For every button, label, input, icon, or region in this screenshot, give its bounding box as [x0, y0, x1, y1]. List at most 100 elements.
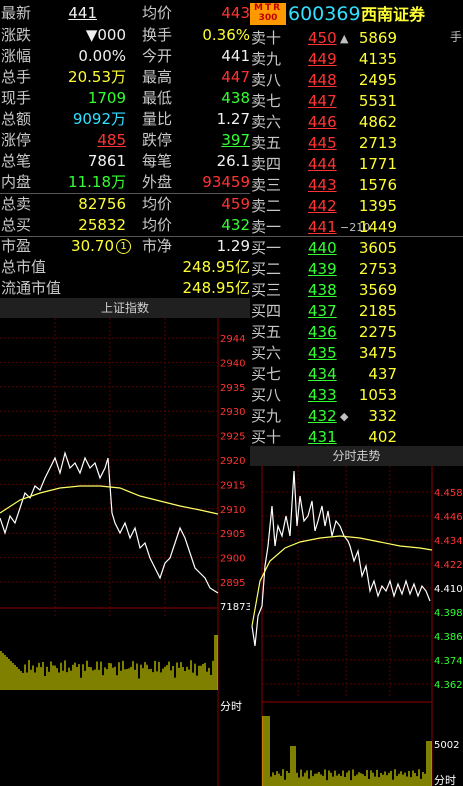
- buy-price: 438: [308, 281, 337, 299]
- sell-row[interactable]: 卖九 449 4135: [250, 49, 463, 70]
- index-chart-title[interactable]: 上证指数: [0, 298, 250, 318]
- value-low: 438: [221, 89, 250, 107]
- value-buy-avg: 432: [221, 216, 250, 234]
- buy-label: 买五: [251, 323, 282, 341]
- sell-row[interactable]: 卖五 445 2713: [250, 133, 463, 154]
- value-total-buy: 25832: [78, 216, 126, 234]
- buy-mark: ◆: [340, 410, 349, 423]
- value-trades: 7861: [87, 152, 126, 170]
- buy-row[interactable]: 买二 439 2753: [250, 259, 463, 280]
- sell-price: 443: [308, 176, 337, 194]
- value-inner: 11.18万: [68, 173, 126, 191]
- label-market-cap: 总市值: [1, 258, 47, 276]
- y-axis-label: 2944: [220, 334, 245, 345]
- buy-volume: 2753: [358, 260, 397, 278]
- buy-volume: 332: [368, 407, 397, 425]
- quote-row-current: 现手 1709 最低 438: [0, 88, 250, 109]
- sell-row[interactable]: 卖十 450 ▲ 5869: [250, 28, 463, 49]
- y-axis-label: 2905: [220, 529, 245, 540]
- sell-volume: 2713: [358, 134, 397, 152]
- buy-price: 436: [308, 323, 337, 341]
- quote-row-trades: 总笔 7861 每笔 26.1: [0, 151, 250, 172]
- buy-label: 买十: [251, 428, 282, 446]
- quote-row-amount: 总额 9092万 量比 1.27: [0, 109, 250, 130]
- quote-row-pe: 市盈 30.70 1 市净 1.29: [0, 236, 250, 257]
- y-axis-label: 2920: [220, 456, 245, 467]
- buy-row[interactable]: 买十 431 402: [250, 427, 463, 448]
- label-pe: 市盈: [1, 237, 32, 255]
- sell-row[interactable]: 卖一 441 −210 1449: [250, 217, 463, 238]
- value-pct: 0.00%: [78, 47, 126, 65]
- mtr-badge[interactable]: MTR 300: [250, 3, 286, 25]
- label-outer: 外盘: [142, 173, 173, 191]
- sell-row[interactable]: 卖七 447 5531: [250, 91, 463, 112]
- quote-row-total-sell: 总卖 82756 均价 459: [0, 194, 250, 215]
- value-limit-up: 485: [97, 131, 126, 149]
- y-axis-label: 2900: [220, 554, 245, 565]
- buy-row[interactable]: 买一 440 3605: [250, 238, 463, 259]
- buy-row[interactable]: 买九 432 ◆ 332: [250, 406, 463, 427]
- y-axis-label: 4.422: [434, 560, 463, 571]
- sell-row[interactable]: 卖六 446 4862: [250, 112, 463, 133]
- y-axis-label: 2940: [220, 358, 245, 369]
- sell-label: 卖四: [251, 155, 282, 173]
- buy-label: 买一: [251, 239, 282, 257]
- label-avg: 均价: [142, 4, 173, 22]
- buy-volume: 1053: [358, 386, 397, 404]
- buy-price: 439: [308, 260, 337, 278]
- value-avg: 443: [221, 4, 250, 22]
- value-per-trade: 26.1: [216, 152, 250, 170]
- buy-row[interactable]: 买三 438 3569: [250, 280, 463, 301]
- label-per-trade: 每笔: [142, 152, 173, 170]
- buy-volume: 3569: [358, 281, 397, 299]
- sell-label: 卖五: [251, 134, 282, 152]
- y-axis-label: 2925: [220, 432, 245, 443]
- info-icon[interactable]: 1: [116, 239, 131, 254]
- buy-label: 买四: [251, 302, 282, 320]
- buy-row[interactable]: 买八 433 1053: [250, 385, 463, 406]
- sell-row[interactable]: 卖四 444 1771: [250, 154, 463, 175]
- stock-chart[interactable]: 4.458 4.446 4.434 4.422 4.410 4.398 4.386 4.374…: [250, 466, 463, 786]
- label-limit-down: 跌停: [142, 131, 173, 149]
- badge-bottom: 300: [258, 13, 278, 23]
- sell-label: 卖六: [251, 113, 282, 131]
- quote-row-market-cap: 总市值 248.95亿: [0, 257, 250, 278]
- sell-row[interactable]: 卖二 442 1395: [250, 196, 463, 217]
- sell-label: 卖九: [251, 50, 282, 68]
- sell-row[interactable]: 卖三 443 1576: [250, 175, 463, 196]
- value-sell-avg: 459: [221, 195, 250, 213]
- sell-volume: 2495: [358, 71, 397, 89]
- buy-row[interactable]: 买五 436 2275: [250, 322, 463, 343]
- quote-row-change: 涨跌 ▼000 换手 0.36%: [0, 25, 250, 46]
- sell-volume: 1576: [358, 176, 397, 194]
- sell-price: 450: [308, 29, 337, 47]
- buy-price: 437: [308, 302, 337, 320]
- buy-row[interactable]: 买七 434 437: [250, 364, 463, 385]
- y-axis-label: 4.362: [434, 680, 463, 691]
- value-ratio: 1.27: [216, 110, 250, 128]
- quote-row-last: 最新 441 均价 443: [0, 3, 250, 24]
- y-axis-label: 4.374: [434, 656, 463, 667]
- index-chart[interactable]: 2944 2940 2935 2930 2925 2920 2915 2910 2905 2900…: [0, 318, 250, 786]
- sell-price: 442: [308, 197, 337, 215]
- label-float-cap: 流通市值: [1, 279, 62, 297]
- buy-price: 431: [308, 428, 337, 446]
- label-buy-avg: 均价: [142, 216, 173, 234]
- buy-label: 买八: [251, 386, 282, 404]
- buy-volume: 3475: [358, 344, 397, 362]
- sell-volume: 5531: [358, 92, 397, 110]
- value-limit-down: 397: [221, 131, 250, 149]
- label-amount: 总额: [1, 110, 32, 128]
- label-trades: 总笔: [1, 152, 32, 170]
- time-label: 分时: [434, 774, 456, 786]
- buy-row[interactable]: 买六 435 3475: [250, 343, 463, 364]
- sell-label: 卖一: [251, 218, 282, 236]
- sell-volume: 4862: [358, 113, 397, 131]
- label-volume: 总手: [1, 68, 32, 86]
- sell-price: 441: [308, 218, 337, 236]
- sell-row[interactable]: 卖八 448 2495: [250, 70, 463, 91]
- quote-row-total-buy: 总买 25832 均价 432: [0, 215, 250, 236]
- buy-label: 买二: [251, 260, 282, 278]
- buy-row[interactable]: 买四 437 2185: [250, 301, 463, 322]
- stock-chart-title[interactable]: 分时走势: [250, 446, 463, 466]
